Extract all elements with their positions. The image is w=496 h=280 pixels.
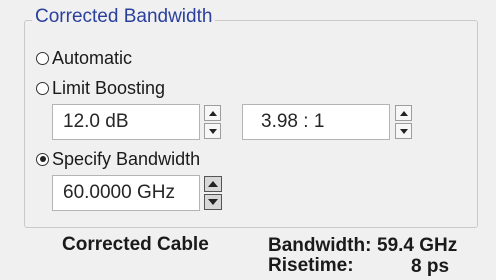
boost-gain-input[interactable]: 12.0 dB	[52, 104, 200, 140]
radio-option-limit-boosting[interactable]: Limit Boosting	[36, 76, 165, 100]
radio-button-icon[interactable]	[36, 81, 49, 95]
arrow-up-icon	[208, 181, 218, 187]
spin-up-button[interactable]	[204, 105, 221, 121]
bandwidth-spinner	[204, 176, 222, 210]
corrected-bandwidth-panel: Corrected Bandwidth Automatic Limit Boos…	[0, 0, 496, 280]
boost-ratio-input[interactable]: 3.98 : 1	[242, 104, 390, 140]
arrow-up-icon	[399, 110, 408, 116]
spin-up-button[interactable]	[395, 105, 412, 121]
radio-label-limit-boosting: Limit Boosting	[52, 77, 166, 98]
bandwidth-stat-value: 59.4 GHz	[377, 235, 458, 256]
boost-ratio-spinner	[395, 105, 412, 139]
boost-gain-spinner	[204, 105, 221, 139]
risetime-stat-value: 8 ps	[411, 256, 450, 277]
radio-option-automatic[interactable]: Automatic	[36, 46, 132, 70]
radio-button-icon[interactable]	[36, 51, 49, 65]
corrected-cable-label: Corrected Cable	[62, 234, 209, 255]
arrow-down-icon	[208, 199, 218, 205]
bandwidth-input[interactable]: 60.0000 GHz	[52, 175, 200, 211]
spin-up-button[interactable]	[204, 176, 222, 192]
arrow-up-icon	[208, 110, 217, 116]
radio-option-specify-bandwidth[interactable]: Specify Bandwidth	[36, 147, 200, 171]
radio-label-automatic: Automatic	[52, 47, 133, 68]
bandwidth-stat-label: Bandwidth:	[268, 235, 372, 256]
radio-button-checked-icon[interactable]	[36, 152, 49, 166]
spin-down-button[interactable]	[395, 123, 412, 139]
risetime-stat-label: Risetime:	[268, 255, 354, 276]
group-title: Corrected Bandwidth	[32, 6, 216, 28]
radio-label-specify-bandwidth: Specify Bandwidth	[52, 148, 201, 169]
arrow-down-icon	[399, 128, 408, 134]
arrow-down-icon	[208, 128, 217, 134]
spin-down-button[interactable]	[204, 123, 221, 139]
spin-down-button[interactable]	[204, 194, 222, 210]
